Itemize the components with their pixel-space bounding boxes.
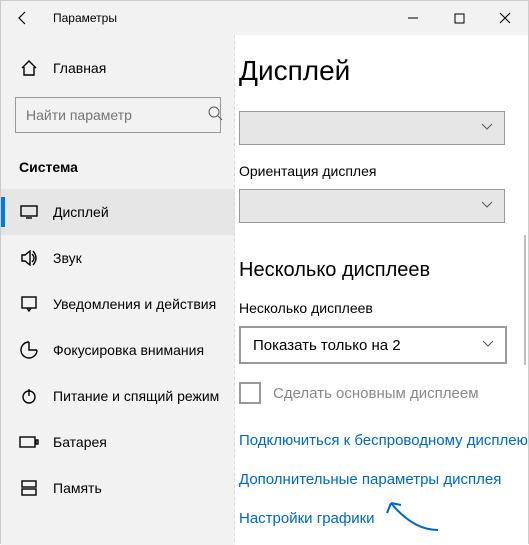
dropdown-multi-display[interactable]: Показать только на 2 <box>239 326 507 364</box>
nav-label: Звук <box>53 250 82 266</box>
link-advanced-display[interactable]: Дополнительные параметры дисплея <box>239 471 528 488</box>
scrollbar[interactable] <box>524 235 526 365</box>
close-button[interactable] <box>482 1 528 35</box>
search-box[interactable] <box>15 97 221 133</box>
maximize-button[interactable] <box>436 1 482 35</box>
search-input[interactable] <box>26 107 207 123</box>
dropdown-value: Показать только на 2 <box>253 337 401 354</box>
nav-display[interactable]: Дисплей <box>1 189 235 235</box>
power-icon <box>19 386 39 406</box>
make-primary-label: Сделать основным дисплеем <box>273 385 479 402</box>
make-primary-row: Сделать основным дисплеем <box>239 382 528 404</box>
nav-label: Фокусировка внимания <box>53 342 204 358</box>
annotation-arrow <box>383 495 443 535</box>
dropdown-unknown[interactable] <box>239 111 505 145</box>
nav-sound[interactable]: Звук <box>1 235 235 281</box>
nav-storage[interactable]: Память <box>1 465 235 511</box>
home-icon <box>19 58 39 78</box>
nav-label: Уведомления и действия <box>53 296 216 312</box>
link-wireless-display[interactable]: Подключиться к беспроводному дисплею <box>239 432 528 449</box>
orientation-label: Ориентация дисплея <box>239 163 528 179</box>
nav-label: Батарея <box>53 434 107 450</box>
sound-icon <box>19 248 39 268</box>
section-header: Система <box>1 151 235 189</box>
nav-focus[interactable]: Фокусировка внимания <box>1 327 235 373</box>
dropdown-orientation[interactable] <box>239 189 505 223</box>
focus-icon <box>19 340 39 360</box>
chevron-down-icon <box>481 336 495 354</box>
chevron-down-icon <box>480 197 494 216</box>
nav-power[interactable]: Питание и спящий режим <box>1 373 235 419</box>
back-button[interactable] <box>1 1 45 35</box>
nav-home[interactable]: Главная <box>1 45 235 91</box>
nav-label: Питание и спящий режим <box>53 388 219 404</box>
chevron-down-icon <box>480 119 494 138</box>
display-icon <box>19 202 39 222</box>
storage-icon <box>19 478 39 498</box>
checkbox-make-primary[interactable] <box>239 382 261 404</box>
titlebar: Параметры <box>1 1 528 35</box>
minimize-button[interactable] <box>390 1 436 35</box>
nav-battery[interactable]: Батарея <box>1 419 235 465</box>
nav-home-label: Главная <box>53 60 106 76</box>
nav-notifications[interactable]: Уведомления и действия <box>1 281 235 327</box>
multi-display-label: Несколько дисплеев <box>239 300 528 316</box>
main-panel: Дисплей Ориентация дисплея Несколько дис… <box>235 35 528 545</box>
window-title: Параметры <box>45 11 390 25</box>
nav-label: Дисплей <box>53 204 109 220</box>
nav-label: Память <box>53 480 102 496</box>
sidebar: Главная Система Дисплей Звук Уведомления… <box>1 35 235 545</box>
notification-icon <box>19 294 39 314</box>
multi-display-heading: Несколько дисплеев <box>239 259 528 282</box>
page-title: Дисплей <box>239 55 528 87</box>
battery-icon <box>19 432 39 452</box>
search-icon <box>207 105 223 126</box>
